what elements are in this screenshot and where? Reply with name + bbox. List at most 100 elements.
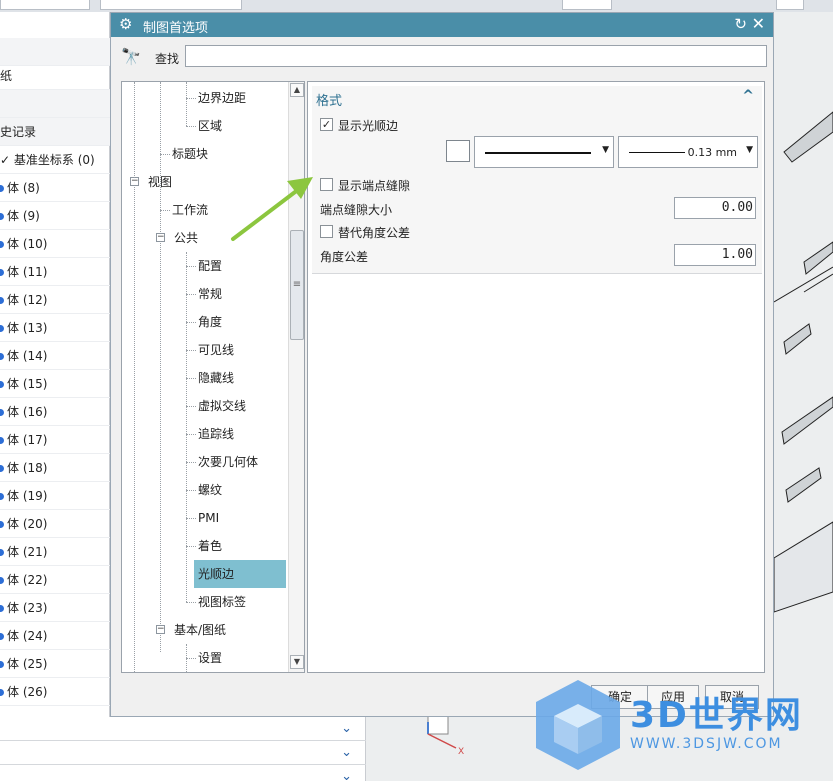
nav-item-label: 体 (14) — [7, 349, 48, 363]
nav-item[interactable] — [0, 90, 110, 118]
find-input[interactable] — [185, 45, 767, 67]
tree-item-label: 配置 — [198, 259, 223, 273]
collapse-icon[interactable]: − — [156, 625, 165, 634]
color-swatch[interactable] — [446, 140, 470, 162]
nav-item[interactable]: 体 (13) — [0, 314, 110, 342]
nav-item[interactable]: 体 (8) — [0, 174, 110, 202]
angle-tolerance-input[interactable]: 1.00 — [674, 244, 756, 266]
chevron-down-icon[interactable]: ⌄ — [341, 721, 352, 736]
nav-item[interactable]: 体 (25) — [0, 650, 110, 678]
toolbar-field-1[interactable] — [0, 0, 90, 10]
dialog-title: 制图首选项 — [143, 21, 209, 36]
chevron-up-icon[interactable]: ^ — [742, 88, 754, 104]
tree-item[interactable]: 着色 — [186, 532, 222, 560]
tree-item-label: PMI — [198, 511, 220, 525]
close-icon[interactable]: ✕ — [752, 14, 765, 33]
nav-item[interactable]: 体 (24) — [0, 622, 110, 650]
tree-item-label: 基本/图纸 — [174, 623, 227, 637]
nav-item[interactable]: 体 (16) — [0, 398, 110, 426]
chevron-down-icon: ▼ — [746, 145, 753, 155]
body-icon — [0, 381, 4, 388]
settings-panel: 格式 ^ ✓ 显示光顺边 ▼ 0.13 mm ▼ 显示端点缝隙 端点缝隙大小 0… — [307, 81, 765, 673]
end-gap-size-input[interactable]: 0.00 — [674, 197, 756, 219]
tree-item-label: 标题块 — [172, 147, 209, 161]
body-icon — [0, 241, 4, 248]
collapsed-panel[interactable]: ⌄ — [0, 767, 366, 781]
binoculars-icon: 🔭 — [121, 47, 141, 66]
tree-item[interactable]: 区域 — [186, 112, 222, 140]
tree-item[interactable]: 隐藏线 — [186, 364, 234, 392]
site-watermark: 3D世界网 WWW.3DSJW.COM — [530, 676, 830, 776]
end-gap-size-label: 端点缝隙大小 — [320, 203, 393, 217]
dialog-titlebar[interactable]: ⚙ 制图首选项 ↻ ✕ — [111, 13, 773, 37]
reset-icon[interactable]: ↻ — [734, 15, 747, 33]
tree-item-view[interactable]: − 视图 — [130, 168, 172, 196]
tree-item-common[interactable]: − 公共 — [156, 224, 198, 252]
nav-item[interactable]: 体 (10) — [0, 230, 110, 258]
collapse-icon[interactable]: − — [156, 233, 165, 242]
nav-item[interactable]: 体 (26) — [0, 678, 110, 706]
tree-item[interactable]: 螺纹 — [186, 476, 222, 504]
tree-connector — [186, 378, 196, 379]
chevron-down-icon[interactable]: ⌄ — [341, 745, 352, 760]
scroll-thumb[interactable]: ≡ — [290, 230, 304, 340]
nav-item[interactable]: 史记录 — [0, 118, 110, 146]
toolbar-field-4[interactable] — [776, 0, 804, 10]
tree-scrollbar[interactable]: ▲ ≡ ▼ — [288, 82, 304, 672]
nav-item[interactable]: 体 (23) — [0, 594, 110, 622]
collapsed-panel[interactable]: ⌄ — [0, 719, 366, 741]
nav-item[interactable]: 纸 — [0, 62, 110, 90]
tree-item[interactable]: 设置 — [186, 644, 222, 672]
cube-logo-icon — [536, 680, 620, 770]
tree-item[interactable]: 工作流 — [160, 196, 208, 224]
alt-angle-tolerance-checkbox[interactable] — [320, 225, 333, 238]
line-font-dropdown[interactable]: ▼ — [474, 136, 614, 168]
tree-item-label: 视图标签 — [198, 595, 247, 609]
nav-item[interactable]: 体 (19) — [0, 482, 110, 510]
collapsed-panel[interactable]: ⌄ — [0, 743, 366, 765]
tree-item[interactable]: 边界边距 — [186, 84, 246, 112]
body-icon — [0, 409, 4, 416]
svg-text:X: X — [458, 747, 464, 757]
nav-item[interactable]: 体 (9) — [0, 202, 110, 230]
tree-item-base-sheet[interactable]: − 基本/图纸 — [156, 616, 226, 644]
nav-item[interactable]: 体 (17) — [0, 426, 110, 454]
tree-item-selected[interactable]: 光顺边 — [194, 560, 286, 588]
nav-item[interactable]: 体 (20) — [0, 510, 110, 538]
toolbar-field-2[interactable] — [100, 0, 242, 10]
nav-item[interactable]: ✓ 基准坐标系 (0) — [0, 146, 110, 174]
body-icon — [0, 549, 4, 556]
nav-item[interactable]: 体 (21) — [0, 538, 110, 566]
nav-item[interactable]: 体 (18) — [0, 454, 110, 482]
collapse-icon[interactable]: − — [130, 177, 139, 186]
nav-item[interactable]: 体 (11) — [0, 258, 110, 286]
tree-connector — [186, 350, 196, 351]
show-smooth-edges-checkbox[interactable]: ✓ — [320, 118, 333, 131]
graphics-viewport[interactable] — [774, 12, 833, 781]
tree-item[interactable]: 常规 — [186, 280, 222, 308]
body-icon — [0, 353, 4, 360]
chevron-down-icon[interactable]: ⌄ — [341, 769, 352, 781]
tree-item[interactable]: 标题块 — [160, 140, 208, 168]
scroll-down-icon[interactable]: ▼ — [290, 655, 304, 669]
tree-item[interactable]: 配置 — [186, 252, 222, 280]
nav-item[interactable]: 体 (14) — [0, 342, 110, 370]
body-icon — [0, 465, 4, 472]
scroll-up-icon[interactable]: ▲ — [290, 83, 304, 97]
nav-item[interactable]: 体 (22) — [0, 566, 110, 594]
tree-item[interactable]: 角度 — [186, 308, 222, 336]
tree-item[interactable]: 虚拟交线 — [186, 392, 246, 420]
tree-item[interactable]: 视图标签 — [186, 588, 246, 616]
tree-item[interactable]: 次要几何体 — [186, 448, 258, 476]
show-end-gap-checkbox[interactable] — [320, 178, 333, 191]
tree-item[interactable]: PMI — [186, 504, 219, 532]
tree-item-label: 隐藏线 — [198, 371, 235, 385]
line-width-dropdown[interactable]: 0.13 mm ▼ — [618, 136, 758, 168]
tree-item[interactable]: 追踪线 — [186, 420, 234, 448]
tree-item[interactable]: 可见线 — [186, 336, 234, 364]
toolbar-field-3[interactable] — [562, 0, 612, 10]
nav-item[interactable]: 体 (15) — [0, 370, 110, 398]
tree-item-label: 螺纹 — [198, 483, 223, 497]
body-icon — [0, 437, 4, 444]
nav-item[interactable]: 体 (12) — [0, 286, 110, 314]
